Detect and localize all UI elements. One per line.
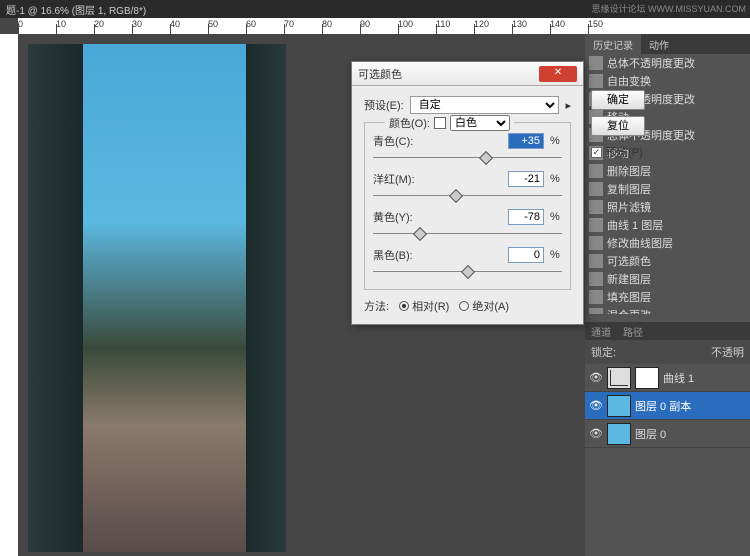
dialog-side-buttons: 确定 复位 ✓预览(P): [591, 90, 645, 160]
layer-mask: [635, 367, 659, 389]
slider-value[interactable]: [508, 133, 544, 149]
visibility-icon[interactable]: 👁: [589, 399, 603, 413]
visibility-icon[interactable]: 👁: [589, 427, 603, 441]
dialog-titlebar[interactable]: 可选颜色 ✕: [352, 62, 583, 86]
selective-color-dialog: 可选颜色 ✕ 预设(E): 自定 ▸ 颜色(O): 白色 青色(C):% 洋红(M…: [351, 61, 584, 325]
slider-value[interactable]: [508, 209, 544, 225]
history-icon: [589, 236, 603, 250]
preset-menu-icon[interactable]: ▸: [565, 99, 571, 112]
percent-label: %: [550, 249, 562, 261]
lock-label: 锁定:: [591, 344, 616, 360]
history-panel-tabs: 历史记录 动作: [585, 34, 750, 54]
radio-absolute[interactable]: 绝对(A): [459, 298, 509, 314]
history-icon: [589, 218, 603, 232]
visibility-icon[interactable]: 👁: [589, 371, 603, 385]
slider-thumb[interactable]: [413, 227, 427, 241]
color-select[interactable]: 白色: [450, 115, 510, 131]
cancel-button[interactable]: 复位: [591, 116, 645, 136]
tab-paths[interactable]: 路径: [617, 322, 649, 340]
tab-channels[interactable]: 通道: [585, 322, 617, 340]
preview-checkbox[interactable]: ✓预览(P): [591, 144, 645, 160]
history-icon: [589, 290, 603, 304]
layer-thumb: [607, 367, 631, 389]
watermark: 思缘设计论坛 WWW.MISSYUAN.COM: [592, 2, 747, 15]
layer-thumb: [607, 423, 631, 445]
slider-track[interactable]: [373, 191, 562, 201]
history-icon: [589, 254, 603, 268]
history-item[interactable]: 自由变换: [585, 72, 750, 90]
layers-list[interactable]: 👁曲线 1👁图层 0 副本👁图层 0: [585, 364, 750, 448]
dialog-title: 可选颜色: [358, 66, 539, 82]
history-icon: [589, 200, 603, 214]
history-icon: [589, 182, 603, 196]
slider-thumb[interactable]: [449, 189, 463, 203]
history-icon: [589, 164, 603, 178]
slider-value[interactable]: [508, 171, 544, 187]
percent-label: %: [550, 173, 562, 185]
history-item[interactable]: 曲线 1 图层: [585, 216, 750, 234]
history-item[interactable]: 复制图层: [585, 180, 750, 198]
history-item[interactable]: 总体不透明度更改: [585, 54, 750, 72]
layer-thumb: [607, 395, 631, 417]
document-image[interactable]: [28, 44, 286, 552]
history-item[interactable]: 填充图层: [585, 288, 750, 306]
ok-button[interactable]: 确定: [591, 90, 645, 110]
radio-relative[interactable]: 相对(R): [399, 298, 449, 314]
opacity-label: 不透明: [711, 344, 744, 360]
tab-history[interactable]: 历史记录: [585, 34, 641, 54]
close-icon[interactable]: ✕: [539, 66, 577, 82]
vertical-ruler: [0, 34, 18, 556]
history-item[interactable]: 删除图层: [585, 162, 750, 180]
history-item[interactable]: 新建图层: [585, 270, 750, 288]
slider-track[interactable]: [373, 267, 562, 277]
color-swatch: [434, 117, 446, 129]
layer-row[interactable]: 👁图层 0: [585, 420, 750, 448]
history-item[interactable]: 可选颜色: [585, 252, 750, 270]
preset-label: 预设(E):: [364, 97, 404, 113]
layer-controls: 锁定: 不透明: [585, 340, 750, 364]
history-item[interactable]: 照片滤镜: [585, 198, 750, 216]
layers-sub-tabs: 通道 路径: [585, 322, 750, 340]
slider-label: 洋红(M):: [373, 171, 423, 187]
slider-label: 黄色(Y):: [373, 209, 423, 225]
method-label: 方法:: [364, 298, 389, 314]
history-icon: [589, 74, 603, 88]
history-icon: [589, 56, 603, 70]
color-group: 颜色(O): 白色 青色(C):%洋红(M):%黄色(Y):%黑色(B):%: [364, 122, 571, 290]
layer-row[interactable]: 👁图层 0 副本: [585, 392, 750, 420]
slider-label: 黑色(B):: [373, 247, 423, 263]
horizontal-ruler: 0102030405060708090100110120130140150: [18, 18, 750, 34]
percent-label: %: [550, 135, 562, 147]
slider-label: 青色(C):: [373, 133, 423, 149]
slider-thumb[interactable]: [479, 151, 493, 165]
tab-actions[interactable]: 动作: [641, 34, 677, 54]
history-item[interactable]: 修改曲线图层: [585, 234, 750, 252]
slider-track[interactable]: [373, 153, 562, 163]
history-icon: [589, 308, 603, 314]
layer-row[interactable]: 👁曲线 1: [585, 364, 750, 392]
slider-value[interactable]: [508, 247, 544, 263]
percent-label: %: [550, 211, 562, 223]
slider-thumb[interactable]: [460, 265, 474, 279]
color-label: 颜色(O):: [389, 115, 430, 131]
preset-select[interactable]: 自定: [410, 96, 560, 114]
history-item[interactable]: 混合更改: [585, 306, 750, 314]
history-icon: [589, 272, 603, 286]
slider-track[interactable]: [373, 229, 562, 239]
